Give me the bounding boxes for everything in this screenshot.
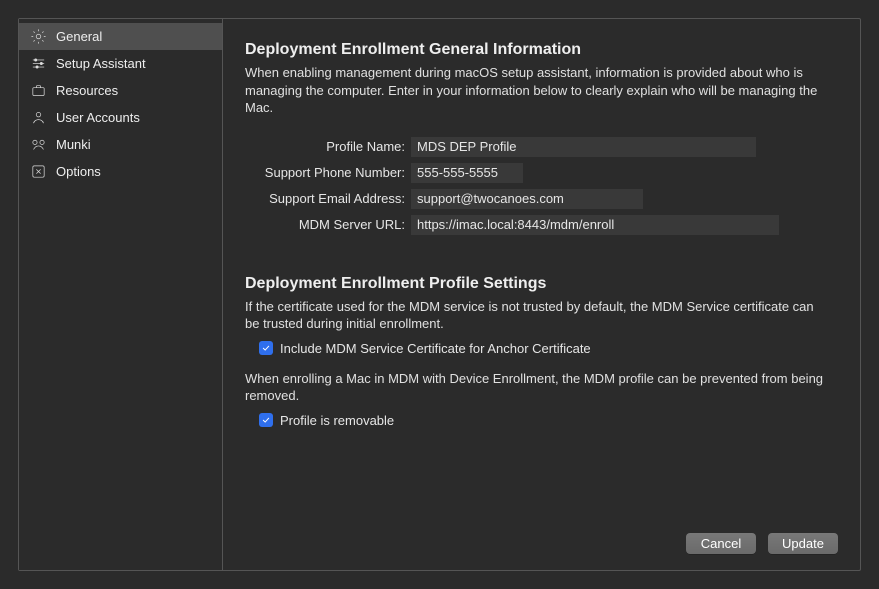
x-square-icon (29, 163, 47, 181)
cancel-button[interactable]: Cancel (686, 533, 756, 554)
sidebar-item-label: User Accounts (56, 110, 140, 125)
sidebar-item-label: Options (56, 164, 101, 179)
footer: Cancel Update (245, 519, 838, 554)
main-panel: Deployment Enrollment General Informatio… (223, 19, 860, 570)
briefcase-icon (29, 82, 47, 100)
section1-desc: When enabling management during macOS se… (245, 64, 825, 117)
sidebar-item-label: Resources (56, 83, 118, 98)
profile-name-label: Profile Name: (245, 139, 405, 154)
include-cert-checkbox-row[interactable]: Include MDM Service Certificate for Anch… (259, 341, 838, 356)
checkbox-icon (259, 413, 273, 427)
section2-desc1: If the certificate used for the MDM serv… (245, 298, 825, 333)
gear-icon (29, 28, 47, 46)
sidebar-item-munki[interactable]: Munki (19, 131, 222, 158)
mdm-url-label: MDM Server URL: (245, 217, 405, 232)
general-form: Profile Name: Support Phone Number: Supp… (245, 137, 838, 235)
mdm-url-input[interactable] (411, 215, 779, 235)
checkbox-icon (259, 341, 273, 355)
include-cert-label: Include MDM Service Certificate for Anch… (280, 341, 591, 356)
user-icon (29, 109, 47, 127)
support-phone-label: Support Phone Number: (245, 165, 405, 180)
sidebar-item-label: General (56, 29, 102, 44)
sidebar-item-setup-assistant[interactable]: Setup Assistant (19, 50, 222, 77)
sidebar: General Setup Assistant Resources User A… (19, 19, 223, 570)
support-email-input[interactable] (411, 189, 643, 209)
support-email-label: Support Email Address: (245, 191, 405, 206)
sliders-icon (29, 55, 47, 73)
sidebar-item-resources[interactable]: Resources (19, 77, 222, 104)
sidebar-item-options[interactable]: Options (19, 158, 222, 185)
sidebar-item-label: Setup Assistant (56, 56, 146, 71)
profile-removable-label: Profile is removable (280, 413, 394, 428)
profile-removable-checkbox-row[interactable]: Profile is removable (259, 413, 838, 428)
section2-desc2: When enrolling a Mac in MDM with Device … (245, 370, 825, 405)
section2-heading: Deployment Enrollment Profile Settings (245, 275, 838, 293)
munki-icon (29, 136, 47, 154)
update-button[interactable]: Update (768, 533, 838, 554)
sidebar-item-label: Munki (56, 137, 91, 152)
sidebar-item-user-accounts[interactable]: User Accounts (19, 104, 222, 131)
profile-name-input[interactable] (411, 137, 756, 157)
sidebar-item-general[interactable]: General (19, 23, 222, 50)
section1-heading: Deployment Enrollment General Informatio… (245, 41, 838, 59)
support-phone-input[interactable] (411, 163, 523, 183)
